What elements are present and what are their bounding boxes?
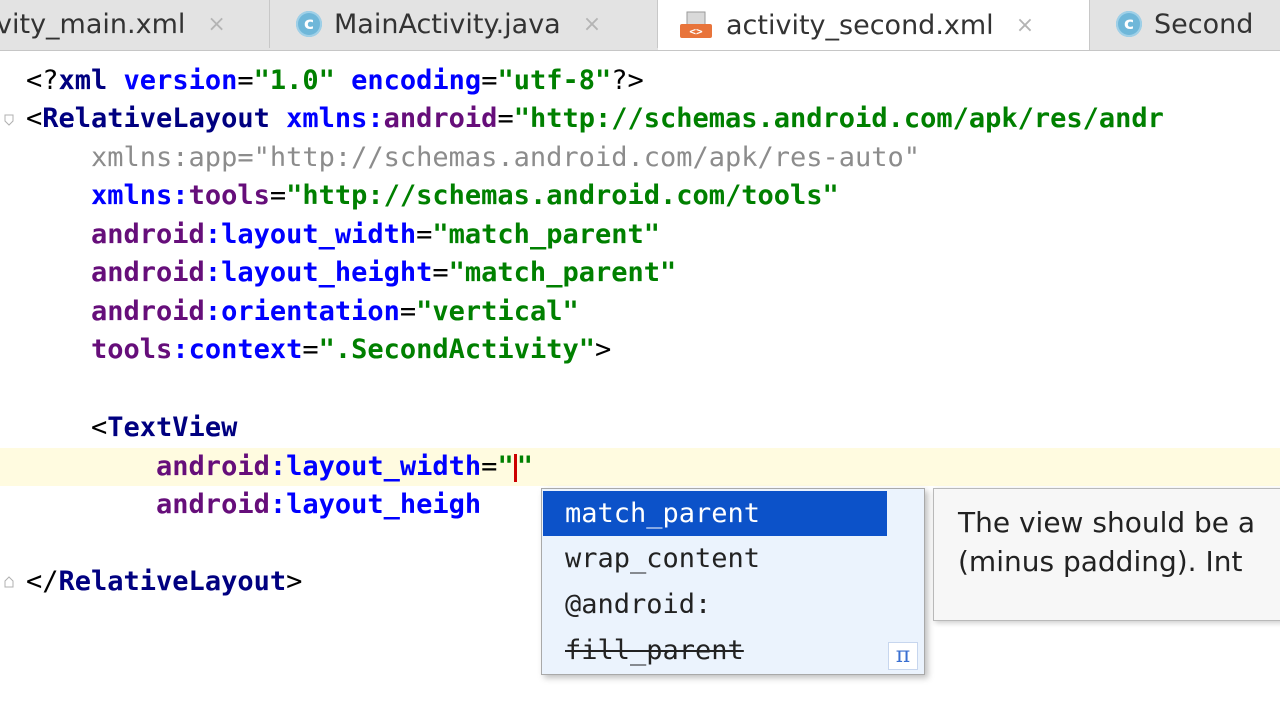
tab-label: vity_main.xml [0, 8, 186, 40]
editor-tab-bar: vity_main.xml × c MainActivity.java × <>… [0, 0, 1280, 51]
editor-gutter [0, 51, 22, 720]
tab-activity-second-xml[interactable]: <> activity_second.xml × [658, 0, 1090, 50]
java-class-icon: c [296, 11, 322, 37]
code-completion-popup: match_parent wrap_content @android: fill… [541, 488, 925, 675]
fold-end-icon[interactable] [2, 575, 16, 589]
code-line-11: android:layout_width=" " [26, 451, 533, 482]
doc-text-line-2: (minus padding). Int [958, 545, 1243, 578]
svg-text:<>: <> [689, 25, 703, 38]
code-line-8: tools:context=".SecondActivity"> [26, 334, 612, 365]
tab-second-activity-java[interactable]: c Second [1092, 0, 1280, 48]
close-tab-icon[interactable]: × [1016, 13, 1034, 38]
code-line-3: xmlns:app="http://schemas.android.com/ap… [26, 142, 921, 173]
code-line-4: xmlns:tools="http://schemas.android.com/… [26, 180, 839, 211]
close-tab-icon[interactable]: × [207, 12, 225, 37]
tab-activity-main-xml[interactable]: vity_main.xml × [0, 0, 270, 48]
xml-file-icon: <> [680, 11, 712, 38]
code-line-12: android:layout_heigh [26, 489, 482, 520]
code-line-2: <RelativeLayout xmlns:android="http://sc… [26, 103, 1164, 134]
tab-label: activity_second.xml [726, 9, 994, 41]
close-tab-icon[interactable]: × [583, 12, 601, 37]
completion-item-wrap-content[interactable]: wrap_content [543, 536, 887, 581]
java-class-icon: c [1116, 11, 1142, 37]
pi-icon[interactable]: π [888, 642, 918, 670]
completion-item-match-parent[interactable]: match_parent [543, 491, 887, 536]
fold-collapse-icon[interactable] [2, 113, 16, 127]
completion-item-fill-parent[interactable]: fill_parent [543, 628, 887, 673]
code-line-6: android:layout_height="match_parent" [26, 257, 677, 288]
doc-text-line-1: The view should be a [958, 506, 1256, 539]
code-line-1: <?xml version="1.0" encoding="utf-8"?> [26, 65, 644, 96]
code-line-5: android:layout_width="match_parent" [26, 219, 660, 250]
code-line-10: <TextView [26, 412, 238, 443]
completion-item-android-resource[interactable]: @android: [543, 582, 887, 627]
code-line-14: </RelativeLayout> [26, 566, 303, 597]
tab-main-activity-java[interactable]: c MainActivity.java × [270, 0, 658, 48]
quick-documentation-popup: The view should be a (minus padding). In… [933, 488, 1280, 621]
tab-label: MainActivity.java [334, 8, 561, 40]
code-line-7: android:orientation="vertical" [26, 296, 579, 327]
tab-label: Second [1154, 8, 1254, 40]
